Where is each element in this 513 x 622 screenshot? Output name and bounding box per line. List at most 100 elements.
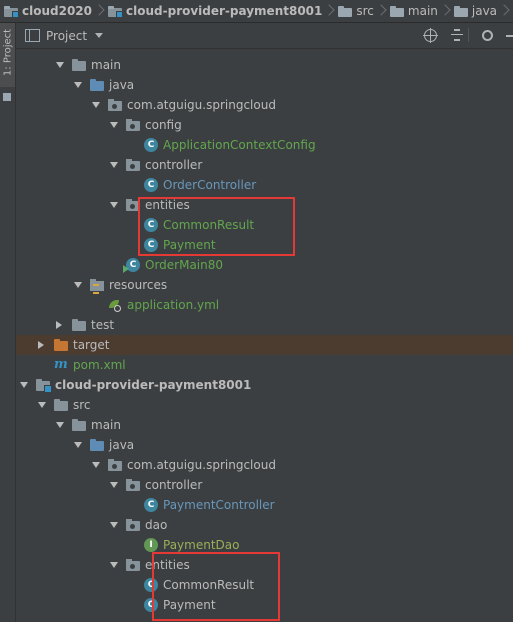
- tree-node-label: PaymentController: [163, 498, 275, 512]
- breadcrumb-item[interactable]: main: [386, 0, 450, 22]
- tree-node-label: src: [73, 398, 91, 412]
- tree-node[interactable]: main: [16, 55, 513, 75]
- tree-node[interactable]: src: [16, 395, 513, 415]
- tree-node[interactable]: m pom.xml: [16, 355, 513, 375]
- folder-icon: [72, 419, 86, 431]
- tree-node-label: controller: [145, 478, 203, 492]
- folder-icon: [72, 319, 86, 331]
- expand-arrow-open-icon[interactable]: [56, 62, 64, 68]
- spring-yaml-icon: [108, 300, 122, 312]
- expand-arrow-open-icon[interactable]: [74, 282, 82, 288]
- tree-node-label: java: [109, 438, 135, 452]
- tree-node[interactable]: controller: [16, 475, 513, 495]
- gear-icon[interactable]: [480, 28, 494, 42]
- tree-node-label: main: [91, 418, 121, 432]
- expand-arrow-open-icon[interactable]: [110, 162, 118, 168]
- tree-node[interactable]: application.yml: [16, 295, 513, 315]
- breadcrumb-separator-icon: [376, 0, 386, 22]
- tree-node-label: test: [91, 318, 115, 332]
- hide-panel-icon[interactable]: [504, 28, 513, 42]
- expand-arrow-open-icon[interactable]: [92, 102, 100, 108]
- breadcrumb-separator-icon: [499, 0, 509, 22]
- breadcrumb-item[interactable]: com: [509, 0, 513, 22]
- highlight-box-entities-payment: [152, 552, 280, 621]
- expand-arrow-open-icon[interactable]: [110, 522, 118, 528]
- expand-arrow-open-icon[interactable]: [20, 382, 28, 388]
- tree-node-label: OrderController: [163, 178, 257, 192]
- package-icon: [126, 479, 140, 491]
- left-tool-stripe: 1: Project: [0, 23, 16, 622]
- breadcrumb-label: cloud2020: [22, 4, 93, 18]
- tree-node-label: target: [73, 338, 110, 352]
- breadcrumb-item[interactable]: cloud2020: [0, 0, 104, 22]
- tree-node[interactable]: java: [16, 75, 513, 95]
- locate-file-icon[interactable]: [423, 28, 438, 43]
- tree-node[interactable]: config: [16, 115, 513, 135]
- tree-node[interactable]: main: [16, 415, 513, 435]
- expand-arrow-closed-icon[interactable]: [38, 341, 44, 349]
- tree-node[interactable]: dao: [16, 515, 513, 535]
- tree-node-label: application.yml: [127, 298, 220, 312]
- project-tree: C Payment C CommonResult entities I PaymentDao…: [16, 49, 513, 622]
- expand-arrow-open-icon[interactable]: [110, 562, 118, 568]
- collapse-all-icon[interactable]: [450, 28, 464, 42]
- breadcrumb-label: src: [356, 4, 374, 18]
- tree-node-label: controller: [145, 158, 203, 172]
- tree-node[interactable]: com.atguigu.springcloud: [16, 455, 513, 475]
- project-view-title[interactable]: Project: [46, 29, 87, 43]
- highlight-box-entities-order: [138, 197, 295, 256]
- tree-node[interactable]: com.atguigu.springcloud: [16, 95, 513, 115]
- tree-node-label: main: [91, 58, 121, 72]
- expand-arrow-open-icon[interactable]: [74, 82, 82, 88]
- tree-node[interactable]: controller: [16, 155, 513, 175]
- tree-node[interactable]: resources: [16, 275, 513, 295]
- breadcrumb-separator-icon: [94, 0, 104, 22]
- folder-icon: [54, 399, 68, 411]
- expand-arrow-open-icon[interactable]: [74, 442, 82, 448]
- project-view-icon: [25, 29, 40, 42]
- folder-icon: [338, 5, 353, 17]
- tree-node[interactable]: java: [16, 435, 513, 455]
- expand-arrow-open-icon[interactable]: [92, 462, 100, 468]
- tree-node-label: dao: [145, 518, 168, 532]
- project-tab-label: 1: Project: [2, 28, 14, 77]
- module-folder-icon: [4, 5, 19, 18]
- excluded-folder-icon: [54, 339, 68, 351]
- runnable-class-icon: C: [123, 258, 140, 273]
- tree-node-label: java: [109, 78, 135, 92]
- tree-node-label: config: [145, 118, 182, 132]
- breadcrumb-item[interactable]: cloud-provider-payment8001: [104, 0, 334, 22]
- structure-tab-icon[interactable]: [3, 93, 11, 101]
- folder-icon: [389, 5, 404, 17]
- expand-arrow-open-icon[interactable]: [110, 482, 118, 488]
- tree-node[interactable]: C OrderController: [16, 175, 513, 195]
- breadcrumb-separator-icon: [440, 0, 450, 22]
- module-folder-icon: [108, 5, 124, 18]
- class-icon: C: [144, 178, 158, 192]
- expand-arrow-closed-icon[interactable]: [56, 321, 62, 329]
- tree-node-label: cloud-provider-payment8001: [55, 378, 252, 392]
- tree-node-label: ApplicationContextConfig: [163, 138, 316, 152]
- tree-node[interactable]: C OrderMain80: [16, 255, 513, 275]
- folder-icon: [453, 5, 468, 17]
- breadcrumb-label: main: [407, 4, 438, 18]
- expand-arrow-open-icon[interactable]: [110, 122, 118, 128]
- breadcrumb-item[interactable]: java: [450, 0, 509, 22]
- tree-node[interactable]: C ApplicationContextConfig: [16, 135, 513, 155]
- expand-arrow-open-icon[interactable]: [38, 402, 46, 408]
- expand-arrow-open-icon[interactable]: [110, 202, 118, 208]
- expand-arrow-open-icon[interactable]: [56, 422, 64, 428]
- project-tool-window-tab[interactable]: 1: Project: [0, 23, 15, 87]
- tree-node[interactable]: test: [16, 315, 513, 335]
- package-icon: [126, 519, 140, 531]
- tree-node-label: resources: [109, 278, 168, 292]
- tree-node[interactable]: C PaymentController: [16, 495, 513, 515]
- view-dropdown-chevron-icon[interactable]: [95, 33, 104, 38]
- tree-node[interactable]: target: [16, 335, 513, 355]
- folder-icon: [72, 59, 86, 71]
- project-panel-header: Project: [16, 23, 513, 49]
- breadcrumb-item[interactable]: src: [334, 0, 386, 22]
- class-icon: C: [144, 498, 158, 512]
- tree-node[interactable]: cloud-provider-payment8001: [16, 375, 513, 395]
- tree-node-label: com.atguigu.springcloud: [127, 98, 276, 112]
